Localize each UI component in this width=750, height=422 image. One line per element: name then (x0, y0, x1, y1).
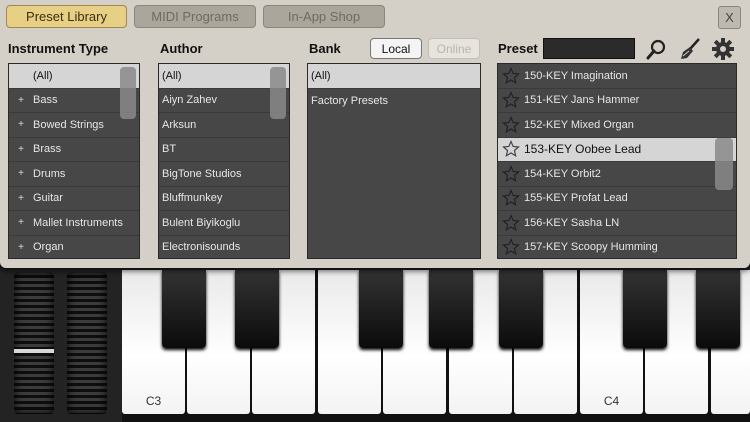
list-item-label: Guitar (33, 192, 63, 205)
broom-icon[interactable] (678, 37, 702, 61)
list-item-label: Organ (33, 241, 64, 254)
list-item-label: (All) (33, 69, 53, 82)
star-icon[interactable] (498, 189, 524, 207)
list-item[interactable]: 156-KEY Sasha LN (498, 211, 736, 236)
list-item[interactable]: + Organ (9, 236, 139, 259)
list-item[interactable]: BigTone Studios (159, 162, 289, 187)
black-key-as3[interactable] (499, 270, 543, 348)
expand-icon: + (18, 119, 24, 131)
list-item-label: Aiyn Zahev (162, 94, 218, 107)
close-button[interactable]: X (718, 6, 741, 29)
list-item[interactable]: + Guitar (9, 187, 139, 211)
list-item-label: 154-KEY Orbit2 (524, 167, 601, 180)
star-icon[interactable] (498, 164, 524, 183)
piano-keyboard: C3 C4 (122, 270, 750, 422)
tab-in-app-shop[interactable]: In-App Shop (263, 5, 385, 28)
author-scrollbar[interactable] (270, 67, 286, 119)
list-item[interactable]: Bulent Biyikoglu (159, 211, 289, 236)
list-item[interactable]: 155-KEY Profat Lead (498, 187, 736, 211)
list-item[interactable]: + Brass (9, 138, 139, 162)
list-item-label: Drums (33, 167, 66, 180)
bank-list[interactable]: (All) Factory Presets (307, 63, 481, 259)
list-item-label: (All) (311, 69, 331, 82)
tab-preset-library[interactable]: Preset Library (6, 5, 127, 28)
list-item[interactable]: + Mallet Instruments (9, 211, 139, 236)
local-bank-button[interactable]: Local (370, 38, 422, 59)
list-item-label: 152-KEY Mixed Organ (524, 118, 634, 131)
black-key-cs4[interactable] (623, 270, 667, 348)
list-item[interactable]: 157-KEY Scoopy Humming (498, 236, 736, 259)
star-icon[interactable] (498, 66, 524, 85)
list-item-label: BT (162, 143, 177, 156)
list-item[interactable]: 154-KEY Orbit2 (498, 162, 736, 187)
tab-midi-programs[interactable]: MIDI Programs (134, 5, 256, 28)
preset-library-panel: Preset Library MIDI Programs In-App Shop… (0, 0, 750, 268)
preset-scrollbar[interactable] (715, 138, 733, 190)
list-item-label: 156-KEY Sasha LN (524, 216, 620, 229)
star-icon[interactable] (498, 91, 524, 109)
black-key-ds4[interactable] (696, 270, 740, 348)
star-icon[interactable] (498, 238, 524, 256)
expand-icon: + (18, 168, 24, 180)
list-item[interactable]: BT (159, 138, 289, 162)
list-item-label: 150-KEY Imagination (524, 69, 628, 82)
instrument-type-list[interactable]: (All) + Bass + Bowed Strings + Brass + Drums… (8, 63, 140, 259)
list-item[interactable]: (All) (308, 64, 480, 89)
expand-icon: + (18, 241, 24, 253)
list-item-label: Electronisounds (162, 241, 241, 254)
list-item-label: 157-KEY Scoopy Humming (524, 241, 658, 254)
list-item-label: Brass (33, 143, 62, 156)
bank-heading: Bank (309, 41, 341, 56)
star-icon[interactable] (498, 115, 524, 134)
list-item[interactable]: Bluffmunkey (159, 187, 289, 211)
list-item-label: Arksun (162, 118, 197, 131)
list-item-label: 155-KEY Profat Lead (524, 192, 628, 205)
list-item-label: Mallet Instruments (33, 216, 123, 229)
mod-wheel[interactable] (67, 272, 107, 414)
black-key-fs3[interactable] (359, 270, 403, 348)
list-item[interactable]: 150-KEY Imagination (498, 64, 736, 89)
search-icon[interactable] (645, 37, 669, 61)
list-item-label: Factory Presets (311, 94, 389, 107)
black-key-ds3[interactable] (235, 270, 279, 348)
preset-list[interactable]: 150-KEY Imagination 151-KEY Jans Hammer … (497, 63, 737, 259)
list-item-label: 151-KEY Jans Hammer (524, 94, 640, 107)
list-item-label: Bowed Strings (33, 118, 104, 131)
black-key-cs3[interactable] (162, 270, 206, 348)
black-key-gs3[interactable] (429, 270, 473, 348)
list-item[interactable]: 152-KEY Mixed Organ (498, 113, 736, 138)
list-item[interactable]: Electronisounds (159, 236, 289, 259)
preset-heading: Preset (498, 41, 538, 56)
online-bank-button[interactable]: Online (428, 38, 480, 59)
pitch-wheel[interactable] (14, 272, 54, 414)
instrument-type-heading: Instrument Type (8, 41, 109, 56)
author-list[interactable]: (All) Aiyn Zahev Arksun BT BigTone Studi… (158, 63, 290, 259)
expand-icon: + (18, 94, 24, 106)
instrument-type-scrollbar[interactable] (120, 67, 136, 119)
list-item-selected[interactable]: 153-KEY Oobee Lead (498, 137, 736, 162)
key-label-c4: C4 (603, 394, 620, 408)
list-item-label: Bluffmunkey (162, 192, 223, 205)
expand-icon: + (18, 217, 24, 229)
list-item[interactable]: 151-KEY Jans Hammer (498, 89, 736, 113)
list-item[interactable]: Factory Presets (308, 89, 480, 114)
expand-icon: + (18, 192, 24, 204)
list-item[interactable]: + Drums (9, 162, 139, 187)
key-label-c3: C3 (145, 394, 162, 408)
list-item-label: 153-KEY Oobee Lead (524, 142, 642, 157)
expand-icon: + (18, 143, 24, 155)
star-icon[interactable] (498, 140, 524, 158)
star-icon[interactable] (498, 213, 524, 232)
preset-search-field[interactable] (543, 38, 635, 59)
list-item-label: Bass (33, 94, 58, 107)
list-item-label: BigTone Studios (162, 167, 242, 180)
list-item-label: (All) (162, 69, 182, 82)
author-heading: Author (160, 41, 203, 56)
list-item-label: Bulent Biyikoglu (162, 216, 241, 229)
gear-icon[interactable] (711, 37, 735, 61)
pitch-wheel-center-mark (14, 349, 54, 353)
